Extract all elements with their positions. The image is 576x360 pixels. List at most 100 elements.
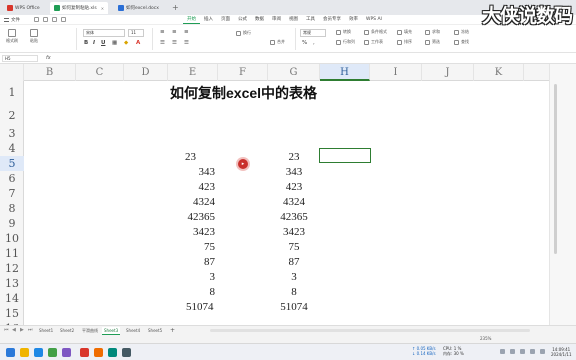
align-center-icon[interactable]: ☰ (172, 40, 177, 46)
worksheet-button[interactable]: 工作表 (364, 39, 383, 45)
first-sheet-icon[interactable]: ⏮ (4, 327, 9, 333)
name-box[interactable]: H5 (2, 55, 38, 62)
column-header-f[interactable]: F (218, 64, 268, 81)
cell-g12[interactable]: 87 (249, 255, 339, 270)
cell-e11[interactable]: 75 (125, 240, 215, 255)
battery-icon[interactable] (540, 349, 545, 354)
tray-chevron-icon[interactable] (500, 349, 505, 354)
row-header-10[interactable]: 10 (0, 231, 24, 246)
row-header-14[interactable]: 14 (0, 291, 24, 306)
menu-tab-formula[interactable]: 公式 (234, 16, 251, 24)
cell-g7[interactable]: 423 (249, 180, 339, 195)
row-header-6[interactable]: 6 (0, 171, 24, 186)
fill-color-icon[interactable]: ◆ (124, 40, 128, 46)
align-top-icon[interactable]: ≡ (160, 29, 165, 35)
column-header-j[interactable]: J (422, 64, 474, 81)
cell-e12[interactable]: 87 (125, 255, 215, 270)
cell-g10[interactable]: 3423 (249, 225, 339, 240)
prev-sheet-icon[interactable]: ◀ (12, 327, 16, 333)
cell-g8[interactable]: 4324 (249, 195, 339, 210)
new-tab-button[interactable]: + (172, 3, 179, 12)
volume-icon[interactable] (530, 349, 535, 354)
menu-tab-view[interactable]: 视图 (285, 16, 302, 24)
sort-button[interactable]: 排序 (397, 39, 412, 45)
wifi-icon[interactable] (520, 349, 525, 354)
column-header-h[interactable]: H (320, 64, 370, 81)
paste-button[interactable]: 粘贴 (30, 29, 38, 44)
sheet-tab-sheet3[interactable]: Sheet3 (102, 327, 121, 335)
wechat-icon[interactable] (48, 348, 57, 357)
sheet-tab-sheet2[interactable]: Sheet2 (58, 327, 76, 335)
save-icon[interactable] (34, 17, 39, 22)
freeze-button[interactable]: 冻结 (454, 29, 469, 35)
row-header-2[interactable]: 2 (0, 108, 24, 123)
cell-g13[interactable]: 3 (249, 270, 339, 285)
cell-e8[interactable]: 4324 (125, 195, 215, 210)
tab-document[interactable]: 如何excel.docx (114, 2, 163, 14)
cell-g9[interactable]: 42365 (249, 210, 339, 225)
chat-app-icon[interactable] (108, 348, 117, 357)
column-header-g[interactable]: G (268, 64, 320, 81)
row-header-8[interactable]: 8 (0, 201, 24, 216)
last-sheet-icon[interactable]: ⏭ (28, 327, 33, 333)
select-all-corner[interactable] (0, 64, 24, 81)
tab-wps-office[interactable]: WPS Office (3, 2, 44, 14)
row-col-button[interactable]: 行和列 (336, 39, 355, 45)
sheet-tab-sheet1[interactable]: Sheet1 (37, 327, 55, 335)
column-header-i[interactable]: I (370, 64, 422, 81)
vertical-scroll-thumb[interactable] (554, 84, 557, 254)
redo-icon[interactable] (61, 17, 66, 22)
app-icon[interactable] (62, 348, 71, 357)
cond-format-button[interactable]: 条件格式 (364, 29, 387, 35)
merge-button[interactable]: 合并 (270, 39, 285, 45)
sheet-tab-sheet4[interactable]: Sheet4 (124, 327, 142, 335)
align-right-icon[interactable]: ☰ (184, 40, 189, 46)
print-icon[interactable] (43, 17, 48, 22)
cell-g14[interactable]: 8 (249, 285, 339, 300)
menu-tab-home[interactable]: 开始 (183, 16, 200, 24)
windows-start-icon[interactable] (6, 348, 15, 357)
recorder-app-icon[interactable] (122, 348, 131, 357)
underline-icon[interactable]: U (101, 40, 105, 46)
column-header-b[interactable]: B (24, 64, 76, 81)
row-header-12[interactable]: 12 (0, 261, 24, 276)
row-header-5[interactable]: 5 (0, 156, 24, 171)
next-sheet-icon[interactable]: ▶ (20, 327, 24, 333)
column-header-d[interactable]: D (124, 64, 168, 81)
menu-tab-review[interactable]: 审阅 (268, 16, 285, 24)
bold-icon[interactable]: B (84, 40, 88, 46)
browser-icon[interactable] (34, 348, 43, 357)
cell-e9[interactable]: 42365 (125, 210, 216, 225)
percent-icon[interactable]: % (302, 40, 307, 46)
cell-g6[interactable]: 343 (249, 165, 339, 180)
active-cell-h5[interactable] (319, 148, 371, 163)
align-middle-icon[interactable]: ≡ (172, 29, 177, 35)
filter-button[interactable]: 筛选 (425, 39, 440, 45)
tab-spreadsheet[interactable]: 如何复制粘贴.xls ✕ (50, 2, 109, 14)
row-header-9[interactable]: 9 (0, 216, 24, 231)
fill-button[interactable]: 填充 (397, 29, 412, 35)
convert-button[interactable]: 转换 (336, 29, 351, 35)
row-header-11[interactable]: 11 (0, 246, 24, 261)
row-header-13[interactable]: 13 (0, 276, 24, 291)
close-tab-icon[interactable]: ✕ (101, 6, 104, 11)
wrap-text-button[interactable]: 换行 (236, 30, 251, 36)
font-color-icon[interactable]: A (136, 40, 140, 46)
cell-e14[interactable]: 8 (125, 285, 216, 300)
system-clock[interactable]: 14:09:41 2024/1/11 (551, 347, 572, 357)
italic-icon[interactable]: I (93, 40, 95, 46)
file-menu-button[interactable]: 文件 (4, 17, 20, 23)
border-icon[interactable]: ▦ (112, 40, 117, 46)
menu-tab-member[interactable]: 会员专享 (319, 16, 345, 24)
menu-tab-tools[interactable]: 工具 (302, 16, 319, 24)
number-format-select[interactable]: 常规 (300, 29, 326, 37)
undo-icon[interactable] (52, 17, 57, 22)
column-header-c[interactable]: C (76, 64, 124, 81)
file-explorer-icon[interactable] (20, 348, 29, 357)
cell-e10[interactable]: 3423 (125, 225, 215, 240)
find-button[interactable]: 查找 (454, 39, 469, 45)
align-bottom-icon[interactable]: ≡ (184, 29, 189, 35)
align-left-icon[interactable]: ☰ (160, 40, 165, 46)
horizontal-scrollbar[interactable] (210, 329, 530, 332)
cell-g11[interactable]: 75 (249, 240, 339, 255)
